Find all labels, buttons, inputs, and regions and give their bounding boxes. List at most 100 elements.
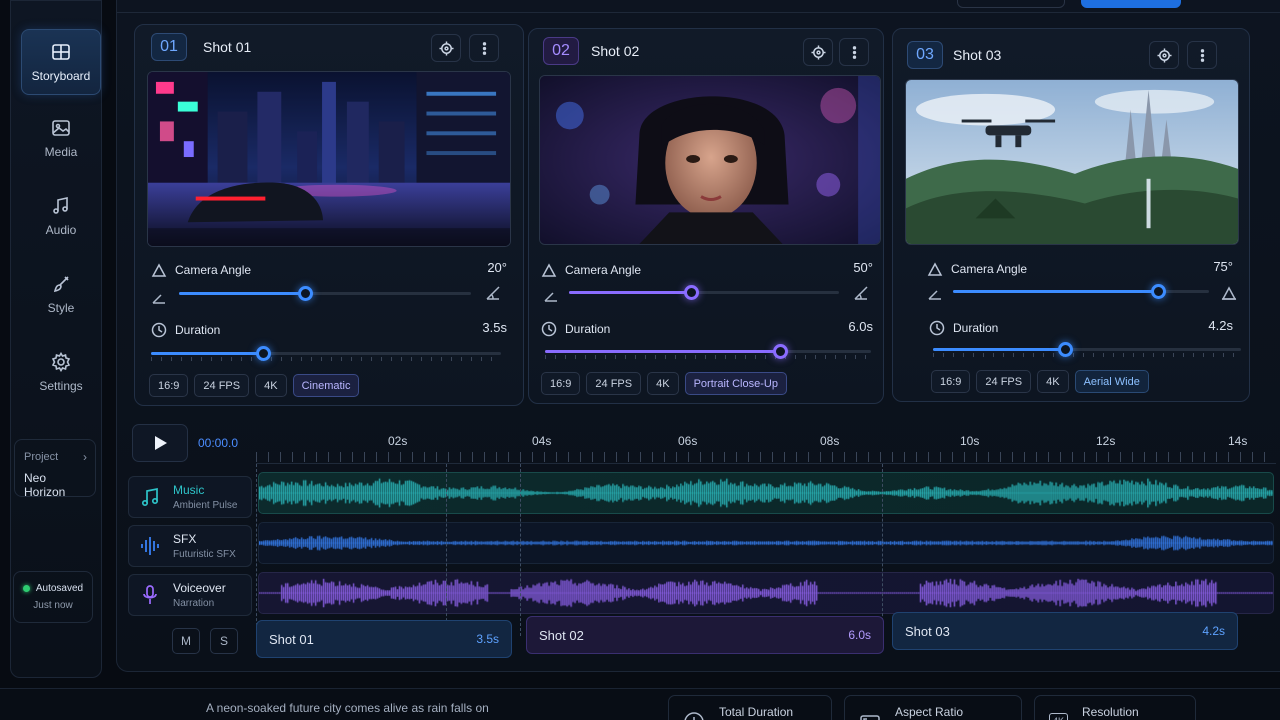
tag-aspect[interactable]: 16:9 xyxy=(541,372,581,395)
duration-value: 3.5s xyxy=(482,320,507,335)
camera-angle-slider[interactable] xyxy=(179,285,471,301)
mute-button[interactable]: M xyxy=(172,628,200,654)
sidebar-item-audio[interactable]: Audio xyxy=(21,183,101,249)
solo-button[interactable]: S xyxy=(210,628,238,654)
sidebar-item-label: Style xyxy=(47,300,75,315)
clip-duration: 4.2s xyxy=(1202,624,1225,638)
slider-handle[interactable] xyxy=(683,285,699,300)
focus-button[interactable] xyxy=(431,34,461,62)
project-name: Neo Horizon xyxy=(24,471,66,499)
playhead-marker xyxy=(256,464,257,636)
shot-title: Shot 02 xyxy=(591,43,640,59)
focus-button[interactable] xyxy=(803,38,833,66)
tag-resolution[interactable]: 4K xyxy=(647,372,679,395)
duration-slider[interactable] xyxy=(151,345,501,361)
tag-style[interactable]: Cinematic xyxy=(292,374,360,397)
duration-slider[interactable] xyxy=(545,343,871,359)
track-subtitle: Narration xyxy=(173,598,215,609)
more-options-button[interactable] xyxy=(469,34,499,62)
tag-style[interactable]: Portrait Close-Up xyxy=(684,372,787,395)
audio-lane-music[interactable] xyxy=(258,472,1274,514)
track-name: Music xyxy=(173,483,205,497)
shot-number: 03 xyxy=(907,41,943,69)
project-card[interactable]: Project Neo Horizon › xyxy=(14,439,96,499)
ruler-label: 14s xyxy=(1228,434,1248,448)
shot-number: 01 xyxy=(151,33,187,61)
play-button[interactable] xyxy=(132,424,188,462)
sidebar-item-label: Media xyxy=(44,144,78,159)
tag-fps[interactable]: 24 FPS xyxy=(586,372,642,395)
track-name: Voiceover xyxy=(173,581,226,595)
clip-name: Shot 01 xyxy=(269,631,314,647)
shot-thumbnail[interactable] xyxy=(905,79,1239,245)
camera-angle-slider[interactable] xyxy=(569,284,839,300)
shot-card-01: 01 Shot 01 Camera Angle 20° Duration 3.5… xyxy=(134,24,524,406)
shot-thumbnail[interactable] xyxy=(539,75,881,245)
focus-button[interactable] xyxy=(1149,41,1179,69)
tag-fps[interactable]: 24 FPS xyxy=(194,374,250,397)
top-primary-button[interactable] xyxy=(1081,0,1181,8)
timecode: 00:00.0 xyxy=(198,436,239,450)
stat-label: Aspect Ratio xyxy=(895,705,964,719)
clip-boundary xyxy=(446,464,447,636)
angle-high-icon xyxy=(854,286,868,300)
sidebar-item-media[interactable]: Media xyxy=(21,105,101,171)
slider-handle[interactable] xyxy=(772,344,788,359)
microphone-icon xyxy=(143,585,157,604)
slider-ticks xyxy=(151,357,501,361)
sidebar-item-label: Storyboard xyxy=(31,68,91,83)
stat-aspect-ratio: Aspect Ratio xyxy=(844,695,1022,720)
shot-title: Shot 03 xyxy=(953,47,1002,63)
autosave-time: Just now xyxy=(33,600,73,611)
ruler-label: 08s xyxy=(820,434,840,448)
slider-fill xyxy=(933,348,1066,351)
clip-boundary xyxy=(882,464,883,636)
slider-ticks xyxy=(545,355,871,359)
tag-resolution[interactable]: 4K xyxy=(255,374,287,397)
sidebar-item-settings[interactable]: Settings xyxy=(21,339,101,405)
timeline-clip-shot-01[interactable]: Shot 01 3.5s xyxy=(256,620,512,658)
tag-aspect[interactable]: 16:9 xyxy=(931,370,971,393)
slider-handle[interactable] xyxy=(256,346,271,361)
shot-number: 02 xyxy=(543,37,579,65)
track-head-music[interactable]: Music Ambient Pulse xyxy=(128,476,252,518)
track-subtitle: Ambient Pulse xyxy=(173,500,238,511)
duration-slider[interactable] xyxy=(933,341,1241,357)
shot-card-02: 02 Shot 02 Camera Angle 50° Duration 6.0… xyxy=(528,28,884,404)
tag-fps[interactable]: 24 FPS xyxy=(976,370,1032,393)
duration-label: Duration xyxy=(929,320,998,336)
sidebar-item-label: Audio xyxy=(45,222,77,237)
divider xyxy=(117,12,1280,13)
tag-resolution[interactable]: 4K xyxy=(1037,370,1069,393)
more-options-button[interactable] xyxy=(839,38,869,66)
more-options-button[interactable] xyxy=(1187,41,1217,69)
sidebar-item-style[interactable]: Style xyxy=(21,261,101,327)
timeline-clip-shot-03[interactable]: Shot 03 4.2s xyxy=(892,612,1238,650)
clock-icon xyxy=(684,712,704,720)
waveform xyxy=(259,473,1273,513)
slider-handle[interactable] xyxy=(297,286,313,301)
camera-angle-label: Camera Angle xyxy=(151,262,251,278)
audio-lane-sfx[interactable] xyxy=(258,522,1274,564)
camera-angle-slider[interactable] xyxy=(953,283,1209,299)
duration-label: Duration xyxy=(541,321,610,337)
audio-lane-voiceover[interactable] xyxy=(258,572,1274,614)
slider-fill xyxy=(151,352,263,355)
slider-handle[interactable] xyxy=(1150,284,1166,299)
slider-fill xyxy=(545,350,780,353)
track-head-sfx[interactable]: SFX Futuristic SFX xyxy=(128,525,252,567)
angle-icon xyxy=(151,263,167,277)
autosave-label: Autosaved xyxy=(35,583,84,594)
tag-style[interactable]: Aerial Wide xyxy=(1074,370,1149,393)
sidebar-item-storyboard[interactable]: Storyboard xyxy=(21,29,101,95)
tag-aspect[interactable]: 16:9 xyxy=(149,374,189,397)
shot-thumbnail[interactable] xyxy=(147,71,511,247)
top-secondary-button[interactable] xyxy=(957,0,1065,8)
timeline-clip-shot-02[interactable]: Shot 02 6.0s xyxy=(526,616,884,654)
clock-icon xyxy=(541,321,557,337)
aspect-ratio-icon xyxy=(860,715,880,720)
shot-title: Shot 01 xyxy=(203,39,252,55)
track-name: SFX xyxy=(173,532,197,546)
track-head-voiceover[interactable]: Voiceover Narration xyxy=(128,574,252,616)
target-icon xyxy=(438,40,454,56)
